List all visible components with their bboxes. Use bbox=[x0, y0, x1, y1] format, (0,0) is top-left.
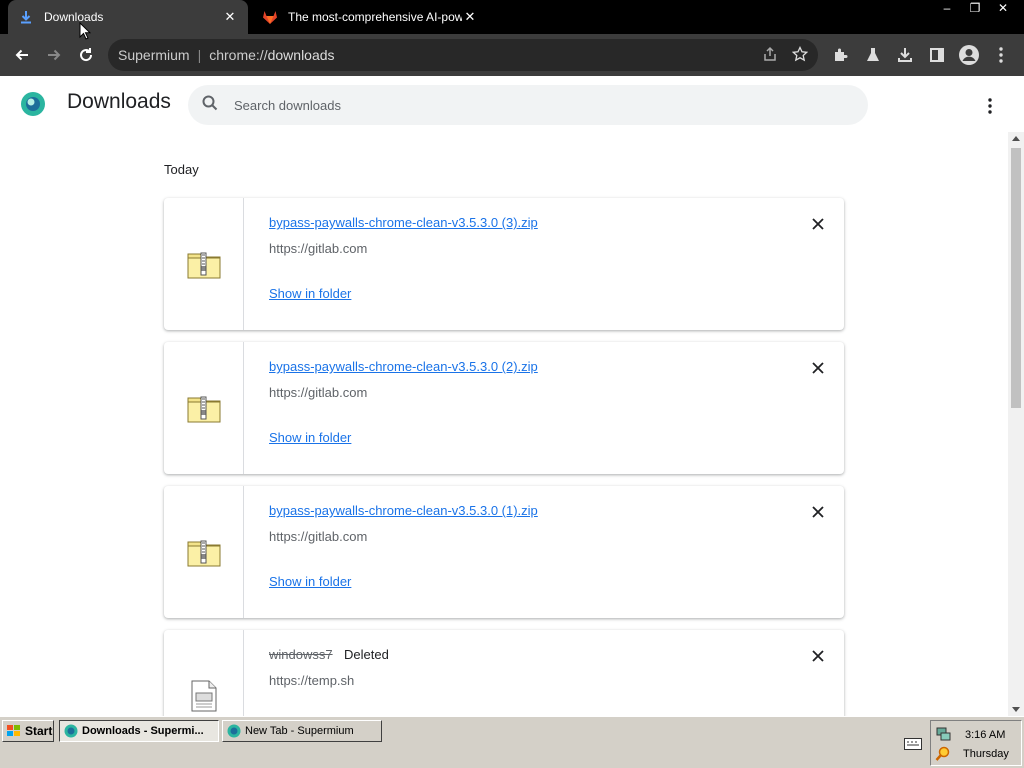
mouse-cursor-icon bbox=[79, 21, 92, 40]
supermium-app-icon bbox=[227, 724, 241, 738]
close-tab-icon[interactable]: ✕ bbox=[462, 9, 478, 25]
download-source-url[interactable]: https://temp.sh bbox=[269, 673, 354, 688]
downloads-list: Today bypass-paywalls-chrome-clean-v3.5.… bbox=[0, 132, 1008, 716]
scrollbar-thumb[interactable] bbox=[1011, 148, 1021, 408]
url-path: downloads bbox=[267, 47, 335, 63]
taskbar-item-label: Downloads - Supermi... bbox=[82, 725, 204, 737]
download-filename: windowss7 bbox=[269, 647, 333, 662]
download-item-deleted: windowss7 Deleted https://temp.sh bbox=[164, 630, 844, 716]
search-input[interactable] bbox=[234, 97, 834, 113]
start-button[interactable]: Start bbox=[2, 720, 54, 742]
minimize-button[interactable]: – bbox=[936, 0, 958, 16]
clock-day: Thursday bbox=[963, 748, 1009, 760]
search-icon bbox=[202, 95, 218, 116]
windows-taskbar: Start Downloads - Supermi... New Tab - S… bbox=[0, 716, 1024, 768]
taskbar-item-new-tab[interactable]: New Tab - Supermium bbox=[222, 720, 382, 742]
tab-title: Downloads bbox=[44, 10, 104, 24]
show-in-folder-link[interactable]: Show in folder bbox=[269, 286, 351, 301]
download-item: bypass-paywalls-chrome-clean-v3.5.3.0 (3… bbox=[164, 198, 844, 330]
remove-item-close-icon[interactable] bbox=[810, 504, 826, 520]
back-arrow-icon bbox=[15, 49, 28, 61]
taskbar-item-label: New Tab - Supermium bbox=[245, 725, 354, 737]
tab-gitlab[interactable]: The most-comprehensive AI-powered ✕ bbox=[252, 0, 488, 34]
close-window-button[interactable]: ✕ bbox=[992, 0, 1014, 16]
zip-file-icon bbox=[164, 342, 244, 474]
forward-arrow-icon bbox=[48, 49, 61, 61]
scroll-up-arrow-icon[interactable] bbox=[1012, 136, 1020, 141]
app-name: Supermium bbox=[118, 47, 190, 63]
system-tray: 3:16 AM Thursday bbox=[930, 720, 1022, 766]
reload-button[interactable] bbox=[70, 39, 102, 71]
profile-avatar-icon[interactable] bbox=[956, 39, 982, 71]
download-filename-link[interactable]: bypass-paywalls-chrome-clean-v3.5.3.0 (3… bbox=[269, 215, 538, 230]
back-button[interactable] bbox=[6, 39, 38, 71]
download-icon bbox=[18, 9, 34, 25]
download-item: bypass-paywalls-chrome-clean-v3.5.3.0 (1… bbox=[164, 486, 844, 618]
page-scrollbar[interactable] bbox=[1008, 132, 1024, 716]
start-label: Start bbox=[25, 724, 53, 738]
reload-icon bbox=[80, 48, 93, 62]
show-in-folder-link[interactable]: Show in folder bbox=[269, 430, 351, 445]
side-panel-icon[interactable] bbox=[924, 39, 950, 71]
download-item: bypass-paywalls-chrome-clean-v3.5.3.0 (2… bbox=[164, 342, 844, 474]
section-date-label: Today bbox=[164, 162, 199, 177]
show-in-folder-link[interactable]: Show in folder bbox=[269, 574, 351, 589]
supermium-app-icon bbox=[64, 724, 78, 738]
download-filename-link[interactable]: bypass-paywalls-chrome-clean-v3.5.3.0 (1… bbox=[269, 503, 538, 518]
share-icon[interactable] bbox=[762, 46, 778, 65]
downloads-toolbar-icon[interactable] bbox=[892, 39, 918, 71]
download-filename-link[interactable]: bypass-paywalls-chrome-clean-v3.5.3.0 (2… bbox=[269, 359, 538, 374]
deleted-status-label: Deleted bbox=[344, 647, 389, 662]
more-actions-icon[interactable] bbox=[978, 94, 1002, 118]
download-source-url[interactable]: https://gitlab.com bbox=[269, 529, 367, 544]
tab-title: The most-comprehensive AI-powered bbox=[288, 10, 462, 24]
labs-flask-icon[interactable] bbox=[860, 39, 886, 71]
remove-item-close-icon[interactable] bbox=[810, 648, 826, 664]
remove-item-close-icon[interactable] bbox=[810, 216, 826, 232]
restore-button[interactable]: ❐ bbox=[964, 0, 986, 16]
browser-toolbar: Supermium | chrome://downloads bbox=[0, 34, 1024, 76]
separator: | bbox=[197, 47, 202, 63]
bookmark-star-icon[interactable] bbox=[791, 45, 809, 65]
network-icon[interactable] bbox=[935, 726, 951, 742]
clock-time: 3:16 AM bbox=[965, 729, 1006, 741]
downloads-header: Downloads bbox=[0, 76, 1024, 132]
keyboard-icon[interactable] bbox=[904, 737, 922, 750]
forward-button[interactable] bbox=[38, 39, 70, 71]
extension-toolbar bbox=[828, 39, 1014, 71]
tab-downloads[interactable]: Downloads ✕ bbox=[8, 0, 248, 34]
browser-menu-icon[interactable] bbox=[988, 39, 1014, 71]
windows-logo-icon bbox=[7, 725, 20, 736]
window-controls: – ❐ ✕ bbox=[936, 0, 1014, 18]
address-bar[interactable]: Supermium | chrome://downloads bbox=[108, 39, 818, 71]
search-box[interactable] bbox=[188, 85, 868, 125]
scroll-down-arrow-icon[interactable] bbox=[1012, 707, 1020, 712]
extensions-puzzle-icon[interactable] bbox=[828, 39, 854, 71]
supermium-logo-icon bbox=[20, 91, 46, 117]
tab-strip: Downloads ✕ The most-comprehensive AI-po… bbox=[0, 0, 1024, 34]
remove-item-close-icon[interactable] bbox=[810, 360, 826, 376]
close-tab-icon[interactable]: ✕ bbox=[222, 9, 238, 25]
url-scheme: chrome:// bbox=[209, 47, 268, 63]
page-title: Downloads bbox=[67, 90, 171, 113]
gitlab-icon bbox=[262, 9, 278, 25]
generic-file-icon bbox=[164, 630, 244, 716]
search-tray-icon[interactable] bbox=[935, 746, 951, 762]
download-source-url[interactable]: https://gitlab.com bbox=[269, 385, 367, 400]
zip-file-icon bbox=[164, 486, 244, 618]
download-source-url[interactable]: https://gitlab.com bbox=[269, 241, 367, 256]
zip-file-icon bbox=[164, 198, 244, 330]
taskbar-item-downloads[interactable]: Downloads - Supermi... bbox=[59, 720, 219, 742]
